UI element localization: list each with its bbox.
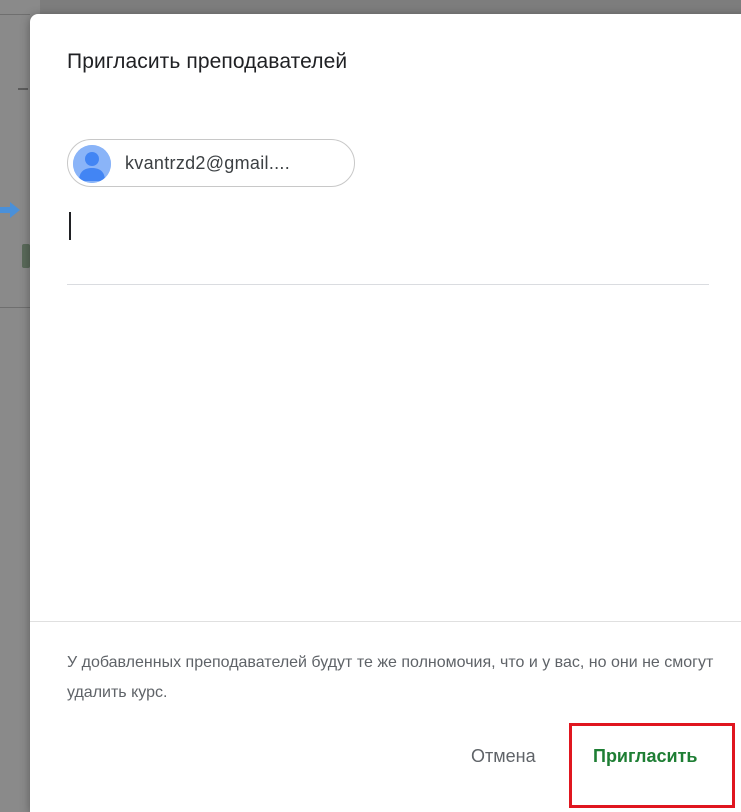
background-divider <box>0 14 30 15</box>
invite-teachers-dialog: Пригласить преподавателей kvantrzd2@gmai… <box>30 14 741 812</box>
background-divider <box>0 307 30 308</box>
cancel-button[interactable]: Отмена <box>471 746 536 767</box>
dialog-title: Пригласить преподавателей <box>67 50 348 73</box>
person-avatar-icon <box>73 145 111 183</box>
arrow-right-icon <box>0 202 20 218</box>
permissions-note: У добавленных преподавателей будут те же… <box>67 654 714 701</box>
background-fragment <box>18 88 28 96</box>
recipient-chip[interactable]: kvantrzd2@gmail.... <box>67 139 355 187</box>
background-fragment <box>22 244 30 268</box>
footer-divider <box>30 621 741 622</box>
teacher-email-input[interactable] <box>67 204 709 285</box>
invite-button[interactable]: Пригласить <box>593 746 697 767</box>
recipient-chip-label: kvantrzd2@gmail.... <box>125 153 291 173</box>
text-caret <box>69 212 71 240</box>
